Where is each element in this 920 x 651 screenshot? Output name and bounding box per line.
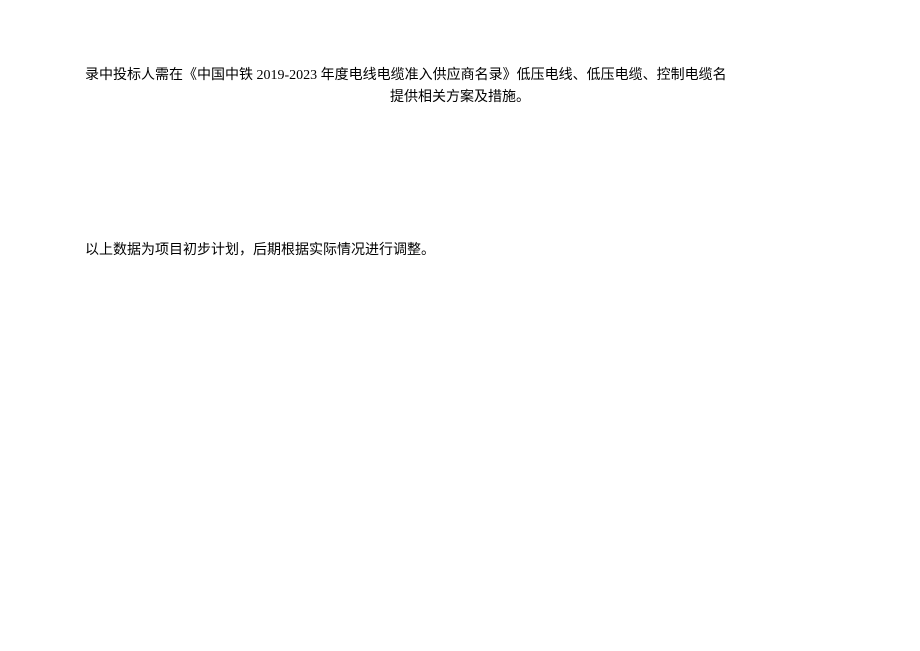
paragraph-1-line2: 提供相关方案及措施。 [85,87,835,109]
paragraph-1: 录中投标人需在《中国中铁 2019-2023 年度电线电缆准入供应商名录》低压电… [85,65,835,110]
paragraph-1-line1: 录中投标人需在《中国中铁 2019-2023 年度电线电缆准入供应商名录》低压电… [85,65,835,87]
document-content: 录中投标人需在《中国中铁 2019-2023 年度电线电缆准入供应商名录》低压电… [0,0,920,262]
paragraph-2: 以上数据为项目初步计划，后期根据实际情况进行调整。 [85,240,835,262]
